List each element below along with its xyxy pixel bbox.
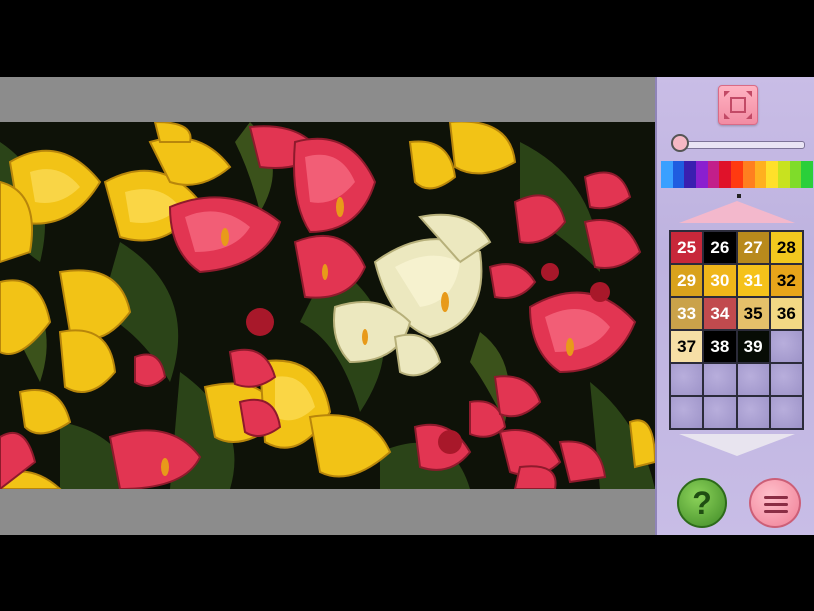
game-screen: 25 26 27 28 29 30 31 32 33 34 35 36 37 38 39 ? — [0, 77, 814, 535]
color-cell[interactable]: 36 — [770, 298, 802, 329]
spectrum-indicator — [737, 194, 741, 198]
color-number-grid: 25 26 27 28 29 30 31 32 33 34 35 36 37 38 39 — [669, 230, 804, 430]
empty-color-cell — [704, 364, 736, 395]
calla-lily-painting — [0, 122, 655, 489]
color-cell[interactable]: 38 — [704, 331, 736, 362]
empty-color-cell — [704, 397, 736, 428]
color-cell[interactable]: 27 — [737, 232, 769, 263]
color-cell[interactable]: 34 — [704, 298, 736, 329]
palette-panel: 25 26 27 28 29 30 31 32 33 34 35 36 37 38 39 ? — [655, 77, 814, 535]
spectrum-swatch[interactable] — [719, 161, 732, 188]
painting-canvas[interactable] — [0, 122, 655, 489]
color-cell[interactable]: 29 — [671, 265, 703, 296]
zoom-slider[interactable] — [671, 134, 805, 152]
color-cell[interactable]: 26 — [704, 232, 736, 263]
empty-color-cell — [770, 364, 802, 395]
spectrum-swatch[interactable] — [742, 161, 755, 188]
spectrum-swatch[interactable] — [707, 161, 720, 188]
slider-knob[interactable] — [671, 134, 689, 152]
color-cell[interactable]: 32 — [770, 265, 802, 296]
empty-color-cell — [737, 364, 769, 395]
spectrum-swatch[interactable] — [731, 161, 743, 188]
spectrum-swatch[interactable] — [661, 161, 673, 188]
empty-color-cell — [737, 397, 769, 428]
canvas-area[interactable] — [0, 77, 655, 535]
color-cell[interactable]: 25 — [671, 232, 703, 263]
color-cell[interactable]: 33 — [671, 298, 703, 329]
empty-color-cell — [770, 331, 802, 362]
spectrum-swatch[interactable] — [777, 161, 790, 188]
spectrum-swatch[interactable] — [696, 161, 708, 188]
color-spectrum-bar[interactable] — [661, 161, 813, 188]
help-button[interactable]: ? — [677, 478, 727, 528]
color-cell[interactable]: 37 — [671, 331, 703, 362]
scroll-down-arrow[interactable] — [679, 434, 795, 456]
color-cell[interactable]: 35 — [737, 298, 769, 329]
color-cell[interactable]: 31 — [737, 265, 769, 296]
spectrum-swatch[interactable] — [754, 161, 767, 188]
spectrum-swatch[interactable] — [684, 161, 697, 188]
empty-color-cell — [671, 397, 703, 428]
fit-screen-icon — [724, 91, 752, 119]
menu-button[interactable] — [749, 478, 801, 528]
spectrum-swatch[interactable] — [801, 161, 813, 188]
empty-color-cell — [770, 397, 802, 428]
spectrum-swatch[interactable] — [766, 161, 778, 188]
scroll-up-arrow[interactable] — [679, 201, 795, 223]
fit-to-screen-button[interactable] — [718, 85, 758, 125]
question-mark-icon: ? — [692, 484, 712, 521]
color-cell[interactable]: 30 — [704, 265, 736, 296]
spectrum-swatch[interactable] — [672, 161, 685, 188]
empty-color-cell — [671, 364, 703, 395]
slider-track[interactable] — [681, 141, 805, 149]
spectrum-swatch[interactable] — [789, 161, 802, 188]
color-cell[interactable]: 39 — [737, 331, 769, 362]
color-cell[interactable]: 28 — [770, 232, 802, 263]
